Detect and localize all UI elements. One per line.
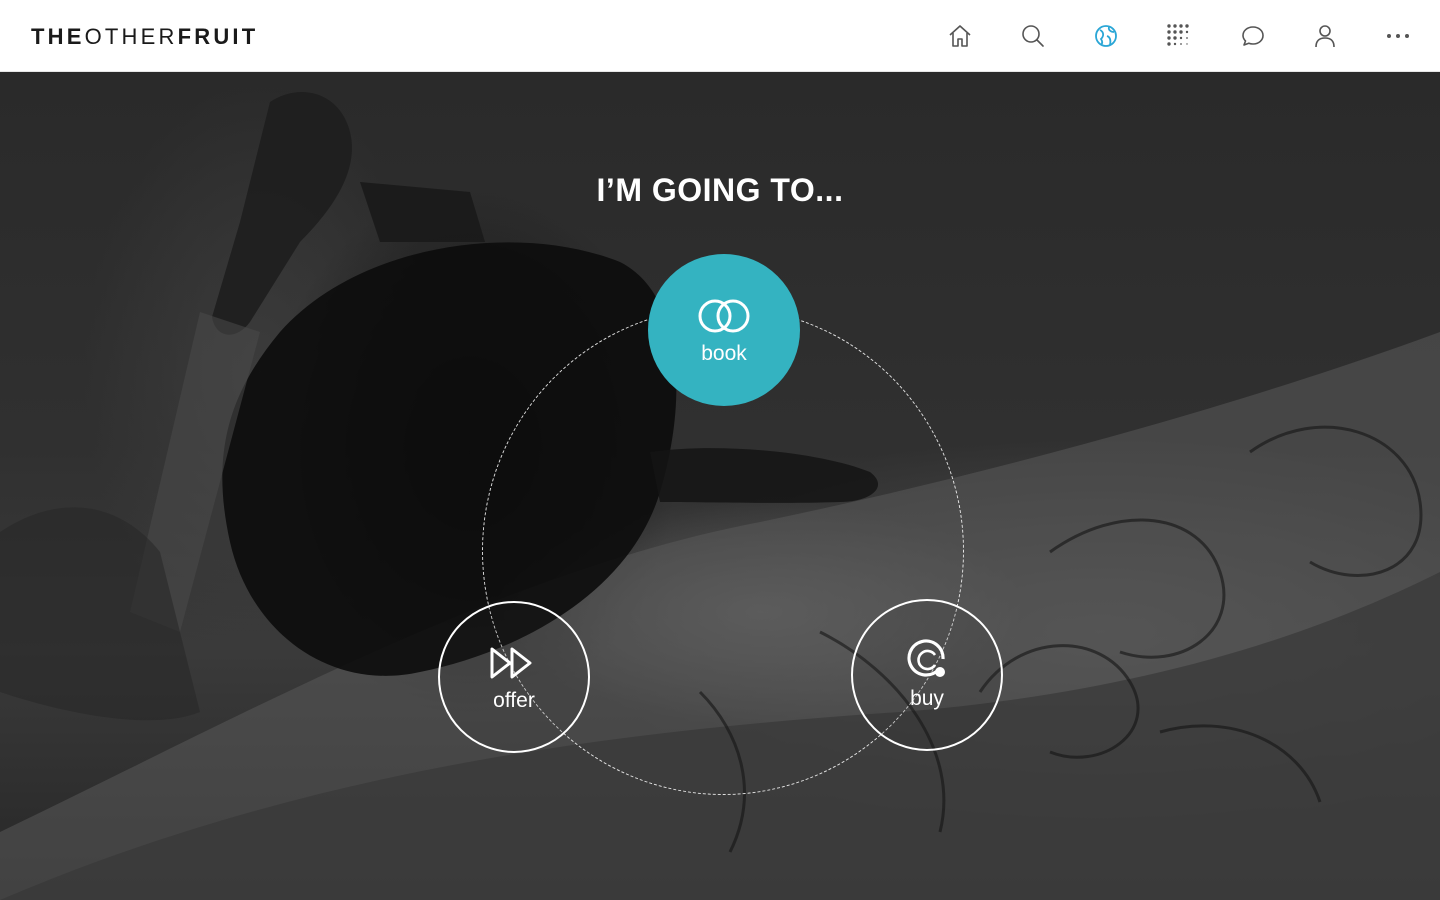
nav-profile[interactable] xyxy=(1307,18,1343,54)
search-icon xyxy=(1022,25,1044,47)
bag-circle-icon xyxy=(907,639,945,677)
offer-option-button[interactable]: offer xyxy=(438,601,590,753)
top-bar: THE OTHER FRUIT xyxy=(0,0,1440,72)
nav-explore[interactable] xyxy=(1088,18,1124,54)
home-icon xyxy=(949,25,971,47)
brand-part-the: THE xyxy=(31,24,85,49)
hero-section: I’M GOING TO... book offer buy xyxy=(0,72,1440,900)
buy-option-label: buy xyxy=(910,687,944,710)
user-icon xyxy=(1315,25,1335,48)
offer-option-label: offer xyxy=(493,689,535,712)
nav-home[interactable] xyxy=(942,18,978,54)
more-icon xyxy=(1387,34,1409,38)
nav-apps[interactable] xyxy=(1161,18,1197,54)
brand-part-fruit: FRUIT xyxy=(177,24,259,49)
buy-option-button[interactable]: buy xyxy=(851,599,1003,751)
book-option-label: book xyxy=(701,342,747,365)
linked-rings-icon xyxy=(698,299,750,333)
fast-forward-icon xyxy=(490,647,532,679)
nav-more[interactable] xyxy=(1380,18,1416,54)
chat-bubble-icon xyxy=(1242,26,1264,46)
dot-grid-icon xyxy=(1167,24,1189,46)
nav-messages[interactable] xyxy=(1235,18,1271,54)
book-option-button[interactable]: book xyxy=(648,254,800,406)
brand-logo[interactable]: THE OTHER FRUIT xyxy=(31,22,258,52)
brand-part-other: OTHER xyxy=(84,24,178,49)
hero-heading: I’M GOING TO... xyxy=(596,172,844,208)
globe-icon xyxy=(1095,25,1117,47)
nav-search[interactable] xyxy=(1015,18,1051,54)
